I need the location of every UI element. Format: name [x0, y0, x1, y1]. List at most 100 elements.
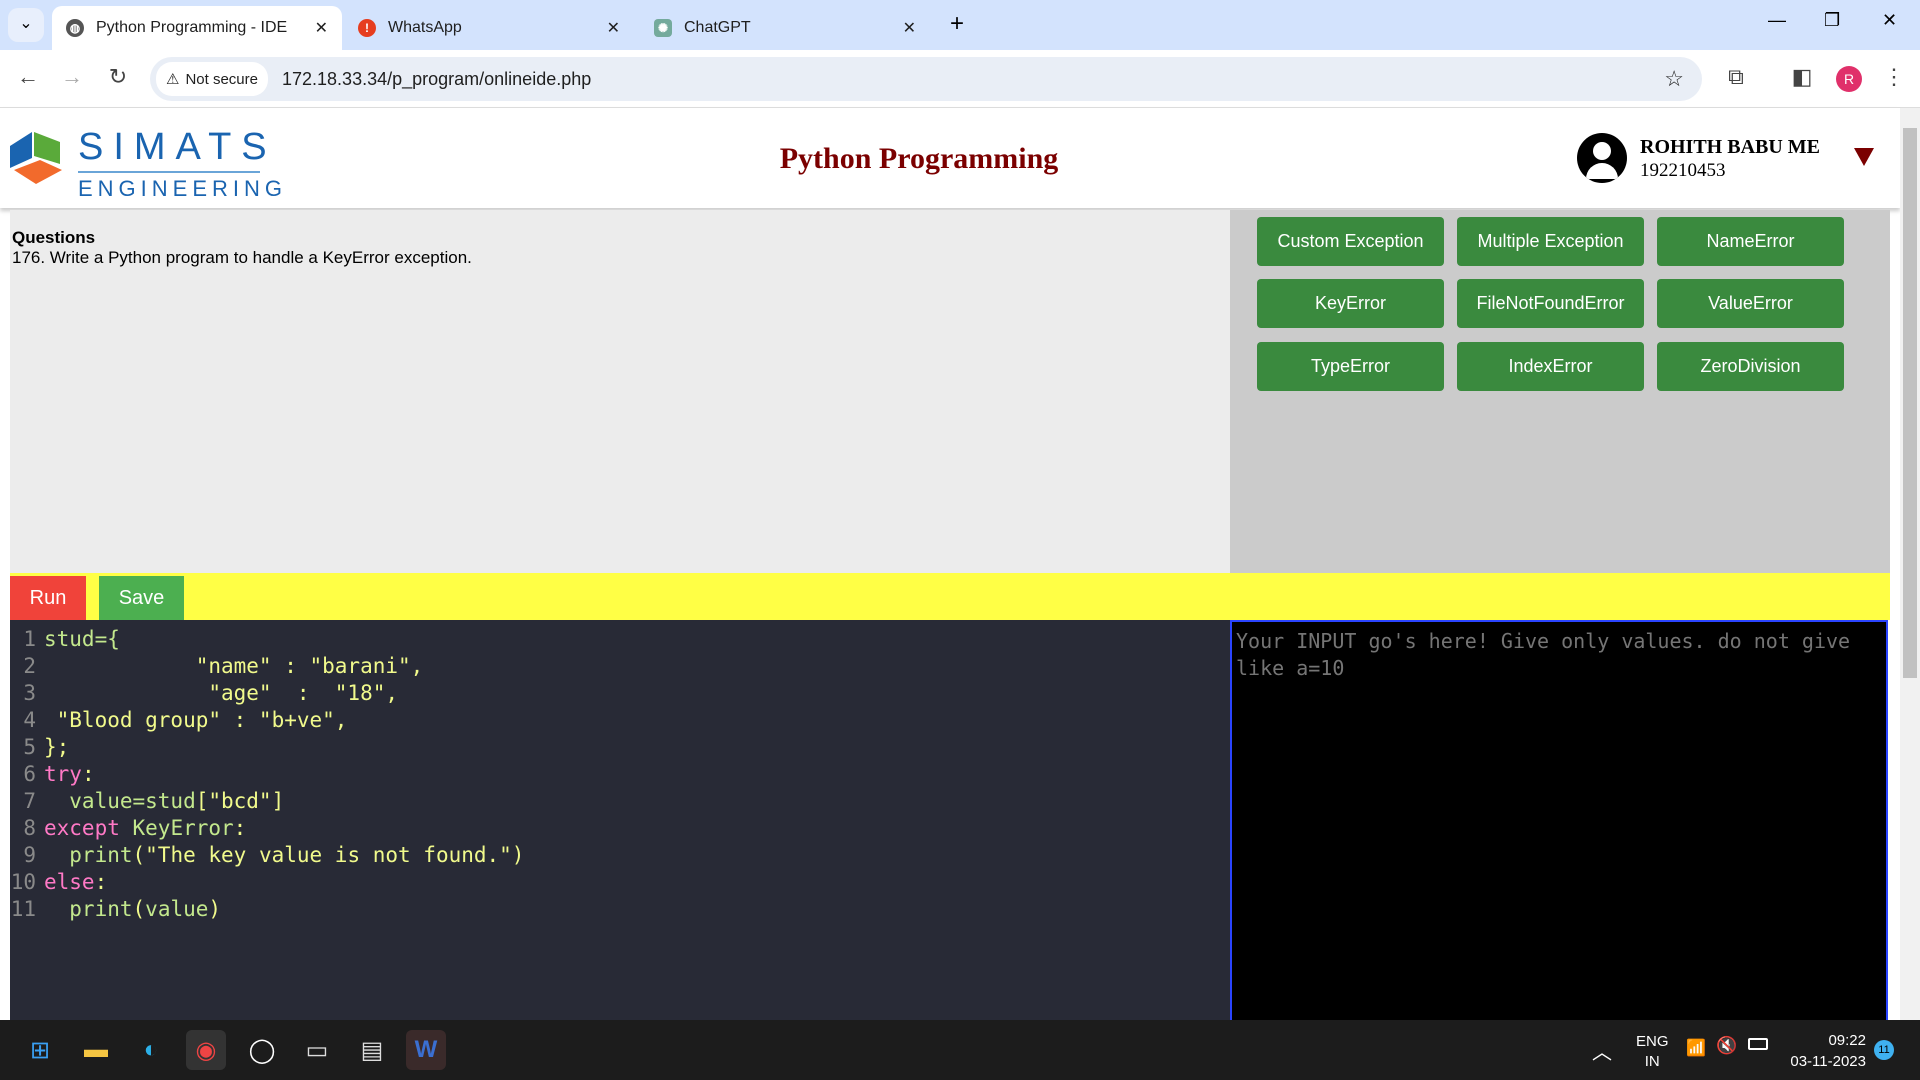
code-line[interactable]: 2 "name" : "barani",	[10, 653, 1230, 680]
tab-title: WhatsApp	[388, 19, 462, 36]
chevron-up-icon[interactable]: ︿	[1592, 1036, 1612, 1065]
code-line[interactable]: 3 "age" : "18",	[10, 680, 1230, 707]
logo-subtext: ENGINEERING	[78, 176, 288, 201]
code-line[interactable]: 11 print(value)	[10, 896, 1230, 923]
question-text: 176. Write a Python program to handle a …	[12, 248, 472, 267]
clock[interactable]: 09:22 03-11-2023	[1780, 1030, 1866, 1072]
line-number: 9	[23, 843, 36, 867]
custom-exception-button[interactable]: Custom Exception	[1257, 217, 1444, 266]
line-number: 10	[10, 870, 36, 894]
code-token: try	[44, 762, 82, 786]
filenotfounderror-button[interactable]: FileNotFoundError	[1457, 279, 1644, 328]
tab-title: Python Programming - IDE	[96, 19, 288, 36]
code-token: )	[208, 897, 222, 921]
line-number: 11	[10, 897, 36, 921]
forward-icon[interactable]: →	[58, 64, 86, 90]
alert-icon: !	[358, 19, 376, 37]
save-button[interactable]: Save	[99, 576, 184, 620]
reload-icon[interactable]: ↻	[104, 64, 132, 90]
tab-search-button[interactable]: ⌄	[8, 8, 44, 42]
line-number: 1	[23, 627, 36, 651]
valueerror-button[interactable]: ValueError	[1657, 279, 1844, 328]
code-line[interactable]: 9 print ("The key value is not found.")	[10, 842, 1230, 869]
notepad-icon[interactable]: ▤	[352, 1030, 392, 1070]
language-indicator[interactable]: ENG IN	[1636, 1032, 1669, 1072]
address-row: ← → ↻ ⚠ Not secure 172.18.33.34/p_program…	[0, 50, 1920, 108]
chrome-icon[interactable]: ◉	[186, 1030, 226, 1070]
tab-chatgpt[interactable]: ✺ ChatGPT ✕	[640, 6, 930, 50]
new-tab-button[interactable]: +	[950, 10, 964, 38]
address-bar[interactable]: ⚠ Not secure 172.18.33.34/p_program/onlin…	[150, 57, 1702, 101]
minimize-button[interactable]: —	[1768, 10, 1786, 31]
zerodivision-button[interactable]: ZeroDivision	[1657, 342, 1844, 391]
profile-avatar[interactable]: R	[1836, 66, 1862, 92]
notification-badge[interactable]: 11	[1874, 1040, 1894, 1060]
page-header: SIMATS ENGINEERING Python Programming RO…	[0, 108, 1900, 208]
scrollbar-thumb[interactable]	[1903, 128, 1917, 678]
line-number: 8	[23, 816, 36, 840]
nameerror-button[interactable]: NameError	[1657, 217, 1844, 266]
bookmark-star-icon[interactable]: ☆	[1664, 66, 1684, 92]
code-editor[interactable]: 1 stud={2 "name" : "barani", 3 "age" : "18…	[10, 620, 1230, 1020]
page-title: Python Programming	[779, 142, 1059, 175]
tab-python-ide[interactable]: ◍ Python Programming - IDE ✕	[52, 6, 342, 50]
close-window-button[interactable]: ✕	[1882, 10, 1897, 31]
user-menu-dropdown-icon[interactable]	[1854, 148, 1874, 166]
terminal-icon[interactable]: ▭	[297, 1030, 337, 1070]
keyerror-button[interactable]: KeyError	[1257, 279, 1444, 328]
tab-whatsapp[interactable]: ! WhatsApp ✕	[344, 6, 634, 50]
line-number: 5	[23, 735, 36, 759]
security-chip[interactable]: ⚠ Not secure	[156, 62, 268, 96]
code-token: stud={	[44, 627, 120, 651]
code-token: ("The key value is not found.")	[132, 843, 525, 867]
code-token: print	[44, 843, 133, 867]
run-button[interactable]: Run	[10, 576, 86, 620]
code-token: else	[44, 870, 95, 894]
multiple-exception-button[interactable]: Multiple Exception	[1457, 217, 1644, 266]
url-text[interactable]: 172.18.33.34/p_program/onlineide.php	[282, 69, 591, 90]
edge-icon[interactable]: ◐	[131, 1030, 171, 1070]
globe-icon: ◍	[66, 19, 84, 37]
time: 09:22	[1828, 1032, 1866, 1049]
back-icon[interactable]: ←	[14, 64, 42, 90]
code-line[interactable]: 6 try:	[10, 761, 1230, 788]
user-id: 192210453	[1640, 160, 1726, 181]
code-line[interactable]: 1 stud={	[10, 626, 1230, 653]
file-explorer-icon[interactable]: ▬	[76, 1030, 116, 1070]
restore-button[interactable]: ❐	[1824, 10, 1840, 31]
questions-heading: Questions	[12, 228, 96, 247]
line-number: 2	[23, 654, 36, 678]
code-token: value	[145, 897, 209, 921]
battery-icon[interactable]	[1748, 1038, 1768, 1050]
tab-bar: ⌄ ◍ Python Programming - IDE ✕ ! WhatsAp…	[0, 0, 1920, 50]
wifi-icon[interactable]: 📶	[1686, 1038, 1706, 1058]
menu-icon[interactable]: ⋮	[1880, 64, 1908, 90]
word-icon[interactable]: W	[406, 1030, 446, 1070]
code-line[interactable]: 5};	[10, 734, 1230, 761]
indexerror-button[interactable]: IndexError	[1457, 342, 1644, 391]
code-line[interactable]: 7 value=stud ["bcd"]	[10, 788, 1230, 815]
user-name: ROHITH BABU ME	[1640, 136, 1821, 158]
program-input[interactable]	[1230, 620, 1888, 1020]
date: 03-11-2023	[1790, 1053, 1866, 1070]
side-panel-icon[interactable]: ◧	[1788, 64, 1816, 90]
line-number: 3	[23, 681, 36, 705]
code-token: except	[44, 816, 133, 840]
close-tab-icon[interactable]: ✕	[903, 18, 916, 38]
whatsapp-icon[interactable]: ◯	[242, 1030, 282, 1070]
line-number: 7	[23, 789, 36, 813]
lang-code: ENG	[1636, 1033, 1669, 1050]
close-tab-icon[interactable]: ✕	[607, 18, 620, 38]
close-tab-icon[interactable]: ✕	[315, 18, 328, 38]
mute-icon[interactable]: 🔇	[1716, 1036, 1737, 1056]
code-line[interactable]: 10 else:	[10, 869, 1230, 896]
typeerror-button[interactable]: TypeError	[1257, 342, 1444, 391]
code-token: (	[132, 897, 146, 921]
extensions-icon[interactable]: ⧉	[1722, 64, 1750, 90]
page-scrollbar[interactable]	[1900, 108, 1920, 1020]
windows-start-icon[interactable]: ⊞	[20, 1030, 60, 1070]
code-token: :	[81, 762, 95, 786]
code-line[interactable]: 4 "Blood group" : "b+ve",	[10, 707, 1230, 734]
code-line[interactable]: 8 except KeyError:	[10, 815, 1230, 842]
code-token: :	[233, 816, 247, 840]
